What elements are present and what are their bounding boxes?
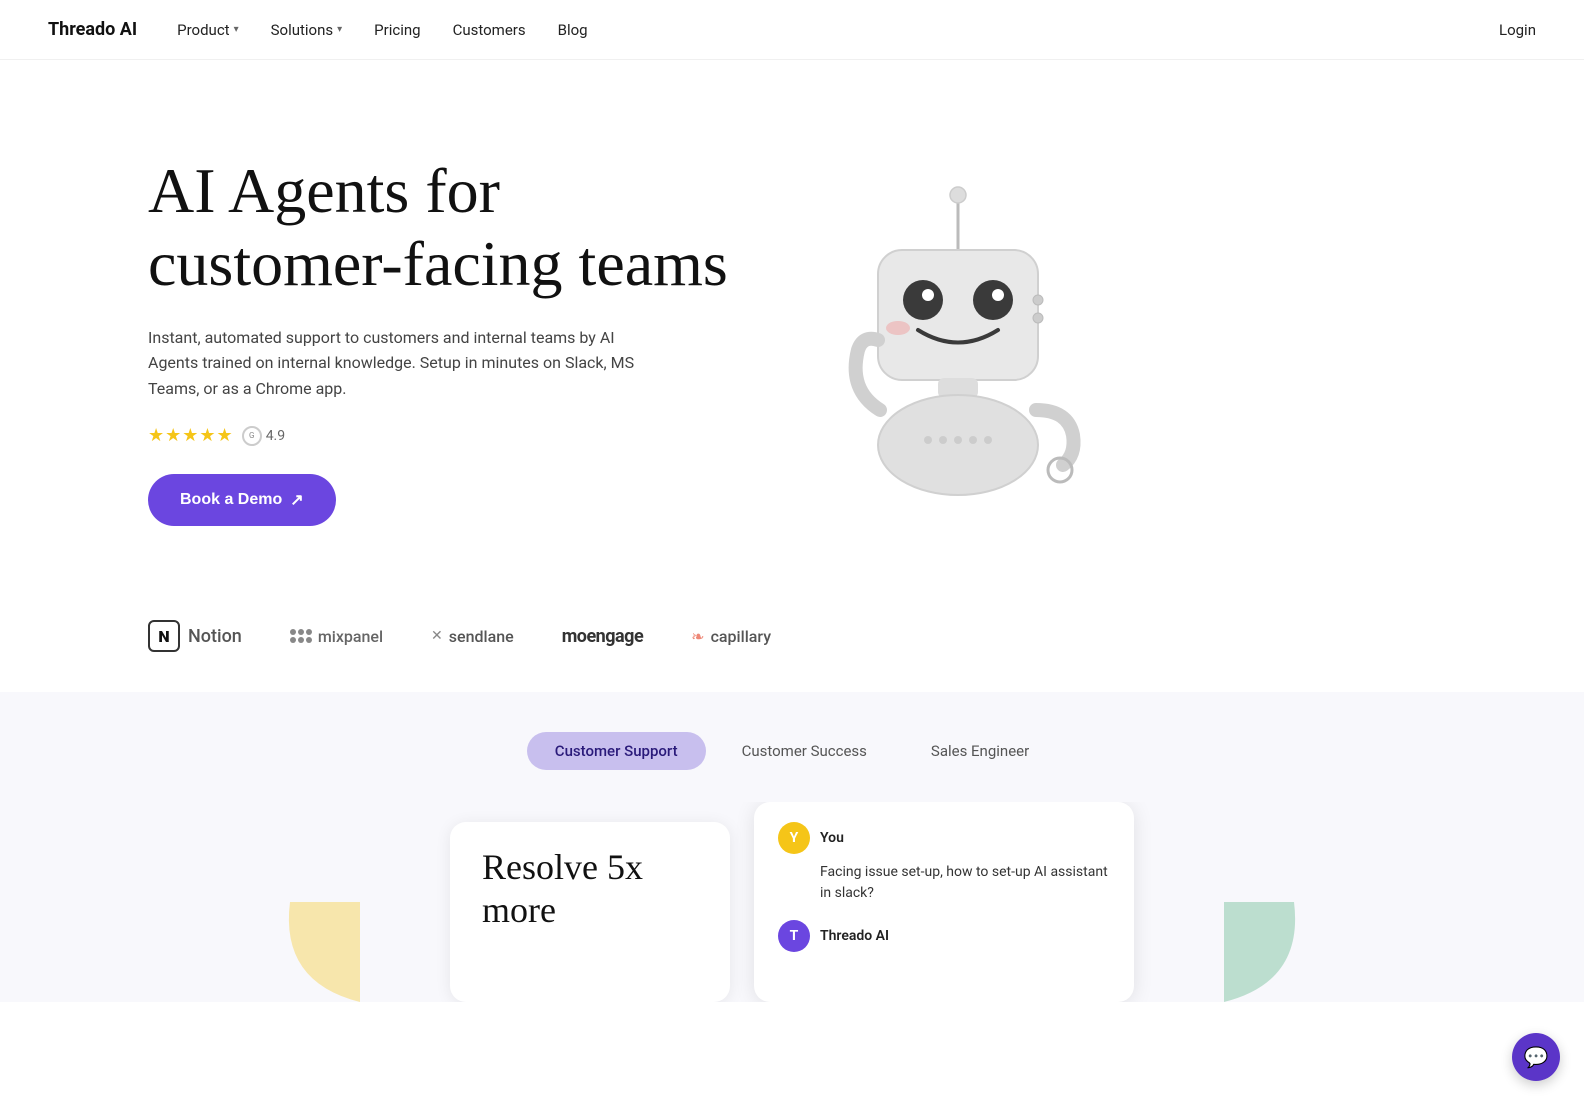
logos-section: N Notion mixpanel ✕ sendlane moengage ❧ … (0, 600, 1584, 692)
rating-circle-icon: G (242, 426, 262, 446)
deco-shape-right-icon (1224, 902, 1304, 1002)
hero-robot-image (748, 170, 1168, 510)
book-demo-button[interactable]: Book a Demo ↗ (148, 474, 336, 526)
nav-pricing[interactable]: Pricing (374, 21, 420, 39)
login-button[interactable]: Login (1499, 21, 1536, 39)
tabs-content: Resolve 5x more Y You Facing issue set-u… (0, 802, 1584, 1002)
tabs-bar: Customer Support Customer Success Sales … (0, 732, 1584, 770)
resolve-card: Resolve 5x more (450, 822, 730, 1002)
navbar: Threado AI Product ▾ Solutions ▾ Pricing… (0, 0, 1584, 60)
notion-logo: N Notion (148, 620, 242, 652)
nav-links: Product ▾ Solutions ▾ Pricing Customers … (177, 21, 1499, 39)
tab-customer-success[interactable]: Customer Success (714, 732, 895, 770)
nav-product[interactable]: Product ▾ (177, 21, 238, 39)
hero-subtitle: Instant, automated support to customers … (148, 325, 648, 402)
star-icons: ★★★★★ (148, 425, 234, 446)
capillary-logo: ❧ capillary (691, 627, 771, 646)
capillary-heart-icon: ❧ (691, 627, 704, 646)
mixpanel-logo: mixpanel (290, 627, 383, 646)
bot-avatar: T (778, 920, 810, 952)
nav-solutions[interactable]: Solutions ▾ (271, 21, 343, 39)
tabs-section: Customer Support Customer Success Sales … (0, 692, 1584, 1002)
chat-widget-icon: 💬 (1524, 1045, 1549, 1069)
user-message: Facing issue set-up, how to set-up AI as… (778, 862, 1110, 904)
notion-label: Notion (188, 626, 242, 647)
bot-row: T Threado AI (778, 920, 1110, 952)
hero-section: AI Agents for customer-facing teams Inst… (0, 60, 1584, 600)
notion-icon: N (148, 620, 180, 652)
bot-name: Threado AI (820, 928, 889, 944)
hero-content: AI Agents for customer-facing teams Inst… (148, 154, 748, 527)
sendlane-x-icon: ✕ (431, 628, 443, 644)
rating-badge: G 4.9 (242, 426, 285, 446)
resolve-title: Resolve 5x more (482, 846, 698, 932)
deco-shape-left-icon (280, 902, 360, 1002)
moengage-logo: moengage (562, 626, 643, 647)
capillary-label: capillary (711, 627, 771, 646)
chat-card: Y You Facing issue set-up, how to set-up… (754, 802, 1134, 1002)
chat-widget-button[interactable]: 💬 (1512, 1033, 1560, 1081)
nav-customers[interactable]: Customers (453, 21, 526, 39)
chevron-down-icon: ▾ (337, 24, 342, 35)
chat-user-row: Y You (778, 822, 1110, 854)
robot-svg (798, 170, 1118, 510)
nav-blog[interactable]: Blog (558, 21, 588, 39)
mixpanel-label: mixpanel (318, 627, 383, 646)
sendlane-label: sendlane (449, 627, 514, 646)
sendlane-logo: ✕ sendlane (431, 627, 514, 646)
hero-title: AI Agents for customer-facing teams (148, 154, 748, 301)
chat-user-name: You (820, 830, 844, 846)
tab-customer-support[interactable]: Customer Support (527, 732, 706, 770)
rating-value: 4.9 (266, 428, 285, 444)
tab-sales-engineer[interactable]: Sales Engineer (903, 732, 1057, 770)
hero-rating: ★★★★★ G 4.9 (148, 425, 748, 446)
logo[interactable]: Threado AI (48, 19, 137, 40)
mixpanel-dots-icon (290, 629, 312, 643)
chevron-down-icon: ▾ (234, 24, 239, 35)
user-avatar: Y (778, 822, 810, 854)
